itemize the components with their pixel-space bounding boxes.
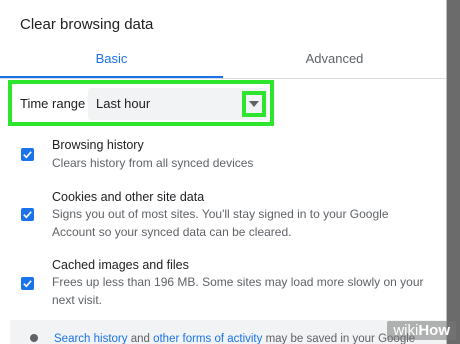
item-description: Frees up less than 196 MB. Some sites ma… bbox=[52, 275, 424, 307]
footer-text-part: and bbox=[127, 333, 154, 344]
item-description: Signs you out of most sites. You'll stay… bbox=[52, 207, 389, 239]
item-title: Cached images and files bbox=[52, 258, 189, 272]
wikihow-watermark: wikiHow bbox=[387, 321, 456, 340]
time-range-label: Time range bbox=[20, 96, 86, 111]
info-icon bbox=[30, 334, 38, 342]
cookies-checkbox[interactable] bbox=[21, 208, 34, 221]
item-title: Browsing history bbox=[52, 138, 144, 152]
watermark-wiki: wiki bbox=[393, 322, 419, 339]
checkmark-icon bbox=[23, 211, 32, 219]
other-activity-link[interactable]: other forms of activity bbox=[153, 333, 262, 344]
clear-browsing-data-dialog: Clear browsing data Basic Advanced Time … bbox=[0, 0, 447, 344]
watermark-how: How bbox=[418, 322, 450, 339]
dropdown-arrow-button[interactable] bbox=[242, 91, 266, 117]
cached-images-checkbox[interactable] bbox=[21, 277, 34, 290]
checkmark-icon bbox=[23, 280, 32, 288]
footer-text: Search history and other forms of activi… bbox=[54, 333, 415, 344]
tab-basic[interactable]: Basic bbox=[0, 44, 223, 74]
checkmark-icon bbox=[23, 151, 32, 159]
dialog-title: Clear browsing data bbox=[20, 16, 154, 33]
item-title: Cookies and other site data bbox=[52, 190, 205, 204]
search-history-link[interactable]: Search history bbox=[54, 333, 128, 344]
browsing-history-checkbox[interactable] bbox=[21, 148, 34, 161]
item-description: Clears history from all synced devices bbox=[52, 156, 254, 170]
time-range-selected-value: Last hour bbox=[96, 96, 151, 111]
tabs-divider bbox=[0, 78, 446, 79]
tab-bar: Basic Advanced bbox=[0, 44, 446, 76]
time-range-select[interactable]: Last hour bbox=[88, 88, 268, 120]
tab-advanced[interactable]: Advanced bbox=[223, 44, 446, 74]
footer-info: Search history and other forms of activi… bbox=[10, 320, 446, 344]
chevron-down-icon bbox=[249, 101, 259, 107]
